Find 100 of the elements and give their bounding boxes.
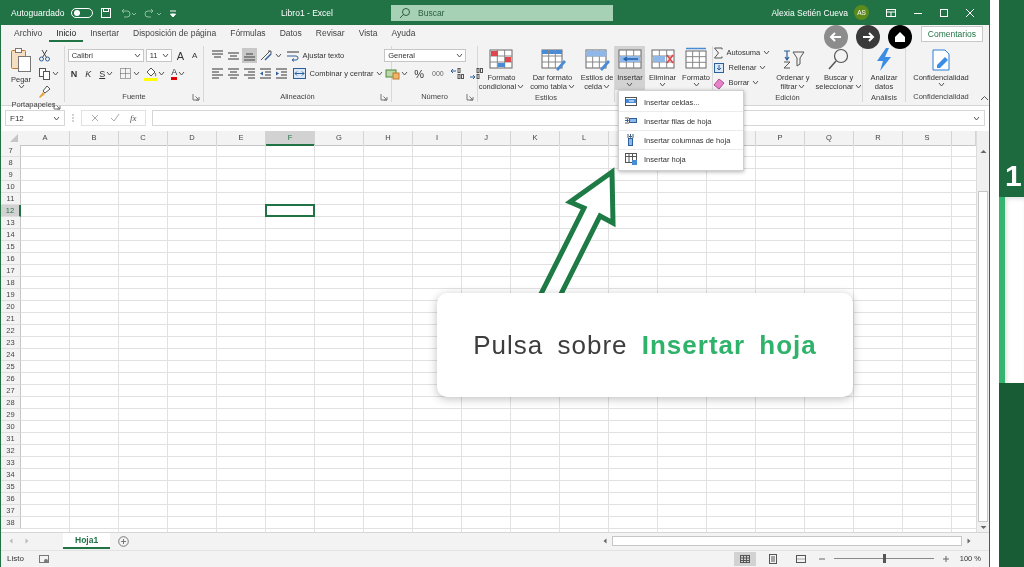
caret-icon[interactable] [161,53,169,59]
ribbon-tab[interactable]: Ayuda [384,25,423,43]
caret-icon[interactable] [759,65,767,71]
toolbar-button[interactable] [37,66,60,82]
increase-indent-icon [274,67,288,81]
merge-cells-icon [291,67,307,81]
close-icon[interactable] [965,7,975,18]
caret-icon[interactable] [567,83,575,89]
caret-icon[interactable] [659,81,667,87]
caret-icon[interactable] [854,83,862,89]
launcher-icon[interactable] [380,92,388,101]
drag-handle-icon[interactable] [71,113,75,124]
caret-icon[interactable] [274,53,282,59]
caret-icon[interactable] [376,71,384,77]
launcher-icon[interactable] [192,92,200,101]
align-left-icon [210,67,224,81]
caret-icon[interactable] [517,83,525,89]
format-button[interactable]: N [67,66,81,82]
toolbar-button[interactable] [467,66,485,82]
scroll-left-icon[interactable] [601,537,609,546]
launcher-icon[interactable] [53,101,61,110]
ribbon-tab[interactable]: Disposición de página [126,25,224,43]
vertical-scrollbar[interactable] [976,131,989,533]
user-name: Alexia Setién Cueva [771,7,848,18]
macro-record-icon[interactable] [37,553,50,564]
caret-icon[interactable] [937,81,945,87]
caret-icon[interactable] [52,71,59,77]
toolbar-button[interactable] [448,66,466,82]
caret-icon[interactable] [456,53,464,59]
scroll-right-icon[interactable] [965,537,973,546]
window-title: Libro1 - Excel [281,7,334,18]
format-button[interactable]: A [168,66,189,82]
ribbon-tab[interactable]: Archivo [7,25,50,43]
caret-icon[interactable] [401,71,409,77]
undo-icon[interactable] [119,6,138,19]
toolbar-button[interactable] [37,48,52,64]
caret-icon[interactable] [178,71,186,77]
save-icon[interactable] [100,6,113,19]
toolbar-button[interactable] [241,48,257,64]
delete-cells-icon [649,46,676,71]
step-number: 1 [1004,161,1022,191]
home-icon[interactable] [888,25,912,49]
toolbar-button[interactable] [37,84,52,100]
decrease-indent-icon [258,67,272,81]
insert-sheet-icon [624,152,638,166]
ribbon-tab[interactable]: Insertar [83,25,126,43]
caret-icon[interactable] [692,81,700,87]
scissors-icon [38,49,51,63]
align-center-icon [226,67,240,81]
add-sheet-icon[interactable] [118,535,130,547]
format-button[interactable]: A [173,48,187,64]
caret-icon[interactable] [798,83,806,89]
caret-icon[interactable] [603,83,611,89]
view-button[interactable] [733,551,756,566]
zoom-slider-thumb[interactable] [882,554,886,564]
align-right-icon [242,67,256,81]
caret-icon[interactable] [133,71,141,77]
autosave-label: Autoguardado [11,7,65,18]
caret-icon[interactable] [763,50,771,56]
toolbar-button[interactable] [143,66,167,82]
caret-icon[interactable] [626,81,634,87]
scroll-thumb[interactable] [978,191,988,523]
page-break-icon [793,552,808,565]
zoom-in-icon[interactable] [941,554,950,563]
caret-icon[interactable] [106,71,114,77]
redo-icon[interactable] [144,6,163,19]
comments-button[interactable]: Comentarios [920,25,983,42]
cell-styles-icon [584,46,611,71]
ribbon-tab[interactable]: Revisar [308,25,352,43]
ribbon-tab[interactable]: Vista [351,25,385,43]
maximize-icon[interactable] [939,7,949,18]
name-box-value: F12 [10,113,24,123]
brush-icon [38,85,51,99]
ribbon-display-icon[interactable] [885,7,897,18]
search-field[interactable]: Buscar [391,4,613,21]
launcher-icon[interactable] [466,92,474,101]
increase-decimal-icon [449,67,465,81]
callout-text: Pulsa sobre Insertar hoja [473,329,817,361]
name-box[interactable]: F12 [5,110,65,127]
caret-icon[interactable] [158,71,166,77]
caret-icon[interactable] [752,80,760,86]
collapse-ribbon-icon[interactable] [980,94,989,101]
format-button[interactable]: % [411,66,428,82]
caret-icon[interactable] [17,83,25,89]
format-button[interactable]: S [96,66,117,82]
format-button[interactable]: K [82,66,95,82]
caret-icon[interactable] [973,115,980,121]
orientation-icon [258,49,274,63]
caret-icon[interactable] [53,115,60,121]
format-table-icon [539,46,566,71]
scroll-up-icon[interactable] [978,147,988,156]
ribbon-tab[interactable]: Fórmulas [223,25,273,43]
sheet-tab[interactable]: Hoja1 [63,533,111,550]
insert-function-button[interactable]: fx [130,113,137,124]
caret-icon[interactable] [133,53,141,59]
format-button[interactable]: A [189,48,201,64]
ribbon-tab[interactable]: Datos [272,25,309,43]
selected-cell[interactable] [265,204,315,218]
clipboard-icon [9,46,33,73]
money-icon [385,67,401,81]
